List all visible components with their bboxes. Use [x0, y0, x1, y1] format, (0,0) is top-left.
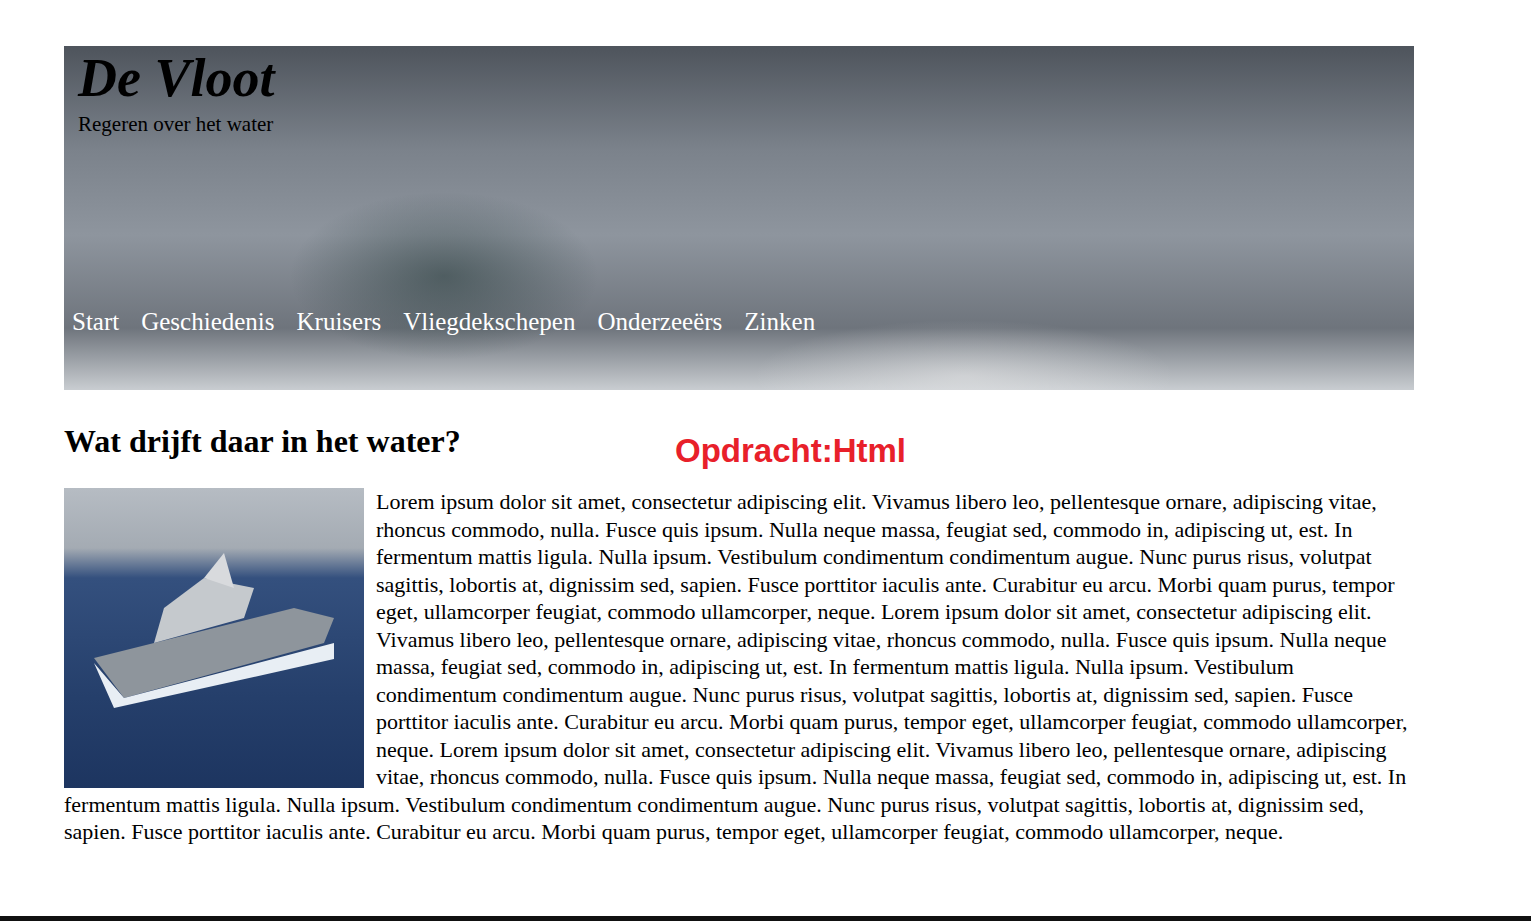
- header-banner: De Vloot Regeren over het water Start Gesch…: [64, 46, 1414, 390]
- nav-link[interactable]: Geschiedenis: [141, 308, 274, 336]
- page: De Vloot Regeren over het water Start Gesch…: [64, 0, 1414, 846]
- site-title: De Vloot: [78, 50, 1400, 107]
- ship-photo: [64, 488, 364, 788]
- main-nav: Start Geschiedenis Kruisers Vliegdekschepen…: [72, 308, 1400, 336]
- nav-link[interactable]: Vliegdekschepen: [403, 308, 575, 336]
- nav-link[interactable]: Start: [72, 308, 119, 336]
- ship-icon: [94, 548, 334, 708]
- bottom-bar: [0, 916, 1531, 921]
- nav-link[interactable]: Kruisers: [297, 308, 382, 336]
- nav-link[interactable]: Onderzeeërs: [597, 308, 722, 336]
- assignment-label: Opdracht:Html: [675, 432, 906, 470]
- site-subtitle: Regeren over het water: [78, 111, 1400, 138]
- nav-link[interactable]: Zinken: [744, 308, 815, 336]
